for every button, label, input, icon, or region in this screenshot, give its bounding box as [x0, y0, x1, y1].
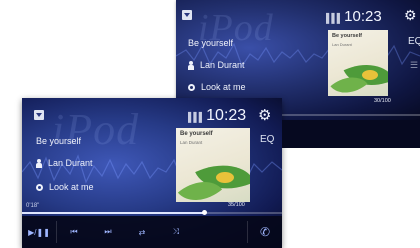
clock: ▌▌▌ 10:23 [188, 107, 247, 124]
settings-gear-icon[interactable]: ⚙ [258, 106, 271, 124]
album-name: Look at me [201, 82, 246, 92]
artist-row: Lan Durant [188, 60, 245, 70]
play-pause-button[interactable]: ▶/❚❚ [22, 228, 56, 237]
album-icon [188, 83, 195, 91]
album-art[interactable]: Be yourself Lan Durant [176, 128, 250, 202]
front-screen: iPod ▌▌▌ 10:23 ⚙ Be yourself Lan Durant L… [22, 98, 282, 248]
progress-bar[interactable] [22, 210, 282, 215]
artist-icon [36, 158, 42, 168]
album-art-artist: Lan Durant [332, 42, 352, 47]
album-icon [36, 183, 43, 191]
signal-icon: ▌▌▌ [188, 112, 205, 122]
back-control-bar [282, 120, 420, 148]
artist-name: Lan Durant [48, 158, 93, 168]
artist-name: Lan Durant [200, 60, 245, 70]
track-percent: 35/100 [228, 202, 245, 208]
album-art-title: Be yourself [180, 131, 213, 137]
source-logo: iPod [52, 105, 140, 154]
artist-row: Lan Durant [36, 158, 93, 168]
eq-button[interactable]: EQ [408, 36, 420, 47]
album-art-title: Be yourself [332, 33, 362, 39]
phone-icon[interactable]: ✆ [248, 225, 282, 239]
elapsed-time: 0'18" [26, 203, 40, 209]
progress-knob[interactable] [202, 210, 207, 215]
fruit-graphic [216, 172, 234, 183]
control-bar: ▶/❚❚ ⏮ ⏭ ⇄ ⤨ ✆ [22, 216, 282, 248]
source-menu-icon[interactable] [182, 10, 192, 20]
source-menu-icon[interactable] [34, 110, 44, 120]
album-name: Look at me [49, 182, 94, 192]
shuffle-button[interactable]: ⤨ [159, 227, 193, 237]
list-icon[interactable]: ☰ [410, 60, 418, 71]
clock: ▌▌▌ 10:23 [326, 8, 382, 25]
album-art[interactable]: Be yourself Lan Durant [328, 30, 388, 96]
previous-track-button[interactable]: ⏮ [57, 227, 91, 237]
signal-icon: ▌▌▌ [326, 13, 343, 23]
song-title: Be yourself [188, 38, 234, 48]
track-percent: 30/100 [374, 98, 391, 104]
artist-icon [188, 60, 194, 70]
eq-button[interactable]: EQ [260, 134, 274, 145]
fruit-graphic [362, 70, 378, 80]
album-art-artist: Lan Durant [180, 140, 203, 145]
repeat-button[interactable]: ⇄ [125, 228, 159, 237]
album-row: Look at me [188, 82, 246, 92]
settings-gear-icon[interactable]: ⚙ [404, 7, 417, 24]
next-track-button[interactable]: ⏭ [91, 227, 125, 237]
song-title: Be yourself [36, 136, 82, 146]
album-row: Look at me [36, 182, 94, 192]
